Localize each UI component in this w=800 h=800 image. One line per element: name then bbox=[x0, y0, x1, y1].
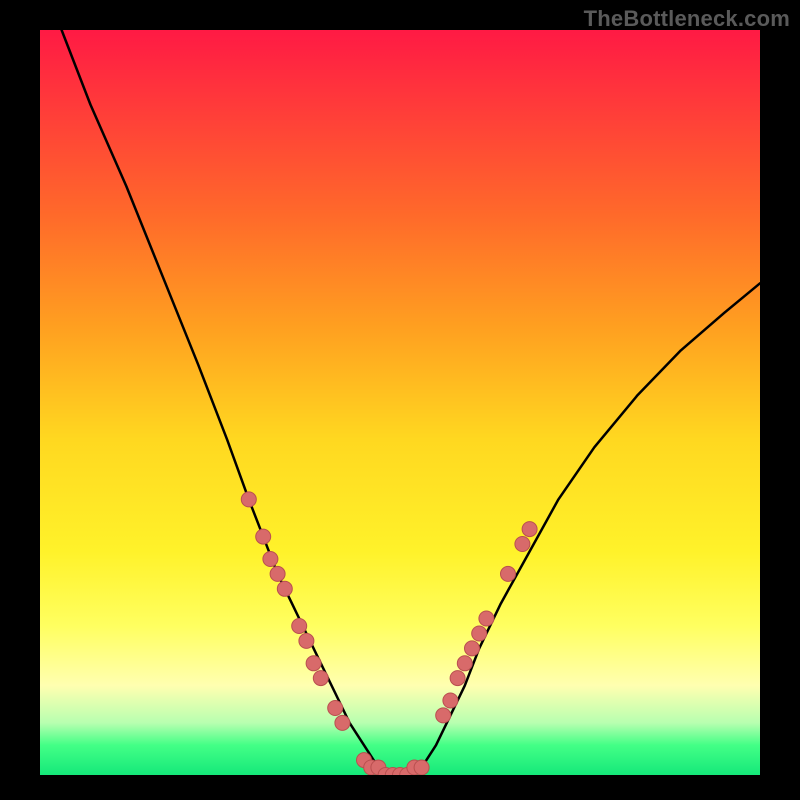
marker-dot bbox=[522, 522, 537, 537]
plot-area bbox=[40, 30, 760, 775]
marker-dot bbox=[501, 566, 516, 581]
chart-svg bbox=[40, 30, 760, 775]
marker-dot bbox=[277, 581, 292, 596]
bottleneck-curve bbox=[62, 30, 760, 775]
marker-dot bbox=[443, 693, 458, 708]
watermark-text: TheBottleneck.com bbox=[584, 6, 790, 32]
marker-dot bbox=[457, 656, 472, 671]
marker-dot bbox=[335, 715, 350, 730]
marker-dot bbox=[465, 641, 480, 656]
marker-dot bbox=[306, 656, 321, 671]
marker-dot bbox=[328, 701, 343, 716]
marker-dot bbox=[515, 537, 530, 552]
marker-dot bbox=[270, 566, 285, 581]
marker-dot bbox=[479, 611, 494, 626]
marker-points bbox=[241, 492, 537, 775]
marker-dot bbox=[256, 529, 271, 544]
marker-dot bbox=[292, 619, 307, 634]
marker-dot bbox=[241, 492, 256, 507]
curve-path bbox=[62, 30, 760, 775]
marker-dot bbox=[313, 671, 328, 686]
marker-dot bbox=[414, 760, 429, 775]
marker-dot bbox=[436, 708, 451, 723]
marker-dot bbox=[299, 633, 314, 648]
marker-dot bbox=[263, 552, 278, 567]
chart-container: TheBottleneck.com bbox=[0, 0, 800, 800]
marker-dot bbox=[472, 626, 487, 641]
marker-dot bbox=[450, 671, 465, 686]
